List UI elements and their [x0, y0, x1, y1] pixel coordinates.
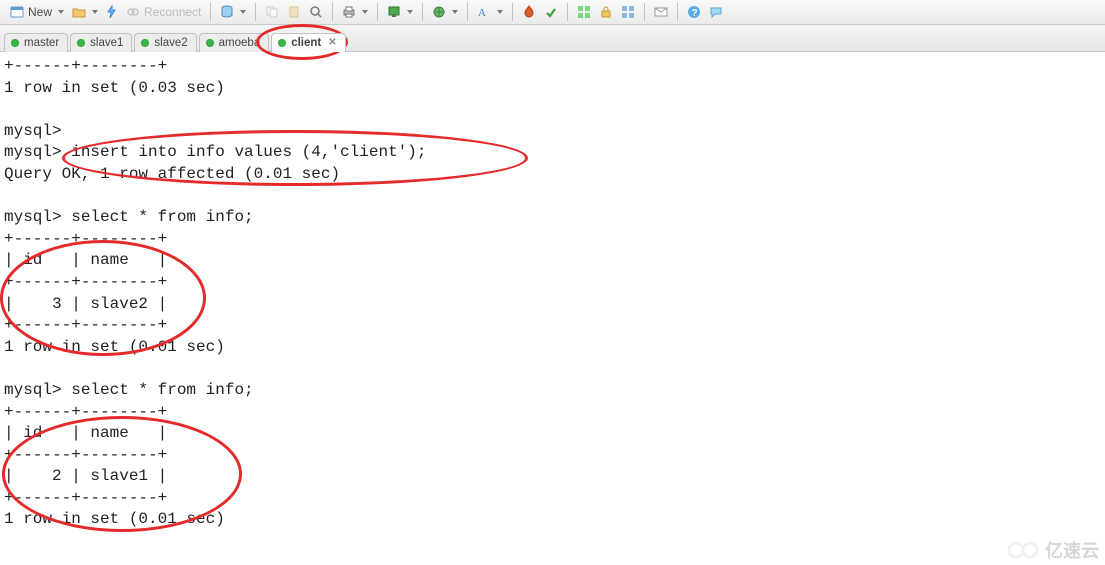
- run-button[interactable]: [518, 3, 540, 21]
- reconnect-label: Reconnect: [144, 5, 201, 19]
- separator: [567, 3, 568, 21]
- find-button[interactable]: [305, 3, 327, 21]
- tab-client[interactable]: client ✕: [271, 33, 345, 52]
- status-dot-icon: [141, 39, 149, 47]
- main-toolbar: New Reconnect: [0, 0, 1105, 25]
- paste-button[interactable]: [283, 3, 305, 21]
- session-tabbar: master slave1 slave2 amoeba client ✕: [0, 25, 1105, 52]
- tile-blue-button[interactable]: [617, 3, 639, 21]
- status-dot-icon: [11, 39, 19, 47]
- tile-green-icon: [577, 5, 591, 19]
- separator: [210, 3, 211, 21]
- chain-icon: [126, 5, 140, 19]
- dropdown-caret-icon: [497, 10, 503, 14]
- tab-slave2[interactable]: slave2: [134, 33, 196, 52]
- tile-blue-icon: [621, 5, 635, 19]
- flame-icon: [522, 5, 536, 19]
- dropdown-caret-icon: [58, 10, 64, 14]
- globe-icon: [432, 5, 446, 19]
- help-button[interactable]: ?: [683, 3, 705, 21]
- mail-icon: [654, 5, 668, 19]
- status-dot-icon: [77, 39, 85, 47]
- chat-bubble-icon: [709, 5, 723, 19]
- terminal-output[interactable]: +------+--------+ 1 row in set (0.03 sec…: [0, 52, 1105, 565]
- tile-green-button[interactable]: [573, 3, 595, 21]
- separator: [467, 3, 468, 21]
- help-icon: ?: [687, 5, 701, 19]
- dropdown-caret-icon: [407, 10, 413, 14]
- chat-button[interactable]: [705, 3, 727, 21]
- lightning-icon: [106, 5, 118, 19]
- separator: [677, 3, 678, 21]
- new-label: New: [28, 5, 52, 19]
- separator: [377, 3, 378, 21]
- tab-master[interactable]: master: [4, 33, 68, 52]
- check-button[interactable]: [540, 3, 562, 21]
- status-dot-icon: [206, 39, 214, 47]
- search-icon: [309, 5, 323, 19]
- copy-button[interactable]: [261, 3, 283, 21]
- mail-button[interactable]: [650, 3, 672, 21]
- connect-button[interactable]: [102, 3, 122, 21]
- dropdown-caret-icon: [92, 10, 98, 14]
- dropdown-caret-icon: [240, 10, 246, 14]
- tab-label: amoeba: [219, 37, 261, 49]
- separator: [332, 3, 333, 21]
- separator: [512, 3, 513, 21]
- display-button[interactable]: [383, 3, 417, 21]
- new-window-icon: [10, 5, 24, 19]
- separator: [422, 3, 423, 21]
- print-button[interactable]: [338, 3, 372, 21]
- separator: [255, 3, 256, 21]
- new-button[interactable]: New: [6, 3, 68, 21]
- status-dot-icon: [278, 39, 286, 47]
- tab-amoeba[interactable]: amoeba: [199, 33, 270, 52]
- copy-icon: [265, 5, 279, 19]
- tab-slave1[interactable]: slave1: [70, 33, 132, 52]
- close-icon[interactable]: ✕: [328, 38, 336, 48]
- tab-label: master: [24, 37, 59, 49]
- dropdown-caret-icon: [452, 10, 458, 14]
- svg-text:A: A: [478, 7, 486, 19]
- tab-label: slave1: [90, 37, 123, 49]
- separator: [644, 3, 645, 21]
- folder-open-icon: [72, 5, 86, 19]
- paste-icon: [287, 5, 301, 19]
- reconnect-button[interactable]: Reconnect: [122, 3, 205, 21]
- check-icon: [544, 5, 558, 19]
- globe-button[interactable]: [428, 3, 462, 21]
- tab-label: client: [291, 37, 321, 49]
- font-button[interactable]: A: [473, 3, 507, 21]
- svg-text:?: ?: [692, 8, 698, 19]
- database-button[interactable]: [216, 3, 250, 21]
- printer-icon: [342, 5, 356, 19]
- lock-button[interactable]: [595, 3, 617, 21]
- database-icon: [220, 5, 234, 19]
- tab-label: slave2: [154, 37, 187, 49]
- monitor-icon: [387, 5, 401, 19]
- dropdown-caret-icon: [362, 10, 368, 14]
- lock-icon: [599, 5, 613, 19]
- font-icon: A: [477, 5, 491, 19]
- open-button[interactable]: [68, 3, 102, 21]
